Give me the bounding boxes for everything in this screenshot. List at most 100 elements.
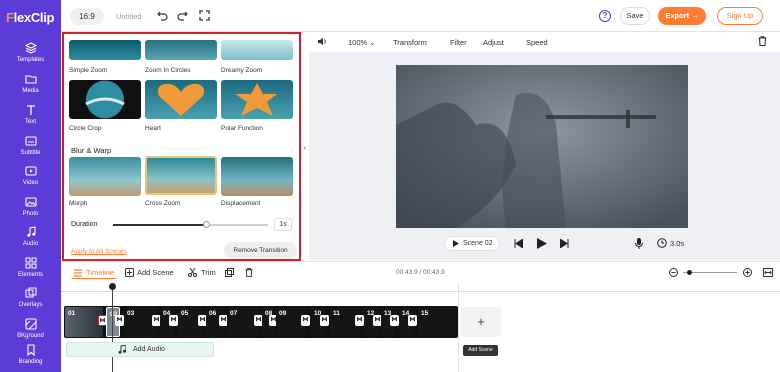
polar-function-preview <box>235 83 277 116</box>
help-icon[interactable]: ? <box>599 10 611 22</box>
aspect-ratio-button[interactable]: 16:9 <box>70 8 104 25</box>
sidebar-item-label: Subtitle <box>20 150 41 156</box>
transition-marker[interactable]: ⋈ <box>390 315 399 326</box>
sidebar-item-elements[interactable]: Elements <box>0 257 61 283</box>
sidebar-item-audio[interactable]: Audio <box>0 226 61 252</box>
playhead-handle[interactable] <box>109 283 116 290</box>
project-title[interactable]: Untitled <box>116 12 141 21</box>
sidebar-item-label: Branding <box>18 359 43 365</box>
transition-thumb-zoom-in-circles[interactable] <box>145 40 217 60</box>
transition-marker[interactable]: ⋈ <box>408 315 417 326</box>
redo-icon[interactable] <box>177 11 188 21</box>
sidebar-item-label: Overlays <box>18 302 43 308</box>
duration-slider-handle[interactable] <box>203 221 210 228</box>
transition-thumb-morph[interactable] <box>69 157 141 196</box>
sidebar-item-label: BKground <box>17 333 44 339</box>
music-note-icon <box>118 345 126 354</box>
play-icon[interactable] <box>537 238 547 249</box>
chevron-down-icon: ⌄ <box>369 38 376 47</box>
timeline-ruler[interactable] <box>61 284 780 292</box>
add-scene-tooltip: Add Scene <box>463 345 498 356</box>
sidebar-item-bkground[interactable]: BKground <box>0 318 61 344</box>
transition-marker[interactable]: ⋈ <box>355 315 364 326</box>
sidebar-item-label: Video <box>22 180 39 186</box>
apply-to-all-scenes-link[interactable]: Apply to All Scenes <box>71 248 127 255</box>
sidebar-item-video[interactable]: Video <box>0 165 61 191</box>
transition-thumb-heart[interactable] <box>145 80 217 119</box>
fit-timeline-icon[interactable] <box>763 268 773 277</box>
photo-icon <box>24 197 37 207</box>
transition-thumb-dreamy-zoom[interactable] <box>221 40 293 60</box>
sidebar-item-subtitle[interactable]: Subtitle <box>0 135 61 161</box>
next-icon[interactable] <box>560 239 569 248</box>
add-scene-tile[interactable]: + <box>461 307 501 337</box>
zoom-out-icon[interactable] <box>669 268 678 277</box>
undo-icon[interactable] <box>157 11 168 21</box>
zoom-level-select[interactable]: 100% ⌄ <box>348 38 376 47</box>
scene-number: 15 <box>421 310 429 317</box>
transition-label: Displacement <box>221 200 261 207</box>
flexclip-logo[interactable]: FlexClip <box>6 10 54 25</box>
remove-transition-button[interactable]: Remove Transition <box>224 242 297 259</box>
transition-thumb-cross-zoom[interactable] <box>145 156 217 195</box>
sidebar-item-photo[interactable]: Photo <box>0 196 61 222</box>
delete-scene-icon[interactable] <box>245 268 253 277</box>
transition-marker[interactable]: ⋈ <box>320 315 329 326</box>
speed-button[interactable]: Speed <box>526 38 548 47</box>
scene-number: 11 <box>333 310 340 317</box>
filter-button[interactable]: Filter <box>450 38 467 47</box>
scene-number: 07 <box>230 310 238 317</box>
text-icon <box>26 105 35 115</box>
add-audio-track[interactable]: Add Audio <box>66 342 214 357</box>
templates-icon <box>24 42 37 54</box>
logo-mark: F <box>6 10 14 25</box>
sidebar-item-text[interactable]: Text <box>0 104 61 130</box>
duplicate-icon[interactable] <box>225 268 234 277</box>
zoom-level-value: 100% <box>348 38 368 47</box>
add-scene-button[interactable]: Add Scene <box>137 268 174 277</box>
sidebar-item-media[interactable]: Media <box>0 73 61 99</box>
sign-up-button[interactable]: Sign Up <box>717 7 763 25</box>
duration-label: Duration <box>71 221 98 228</box>
previous-icon[interactable] <box>514 239 523 248</box>
microphone-icon[interactable] <box>635 238 643 249</box>
fullscreen-icon[interactable] <box>199 10 210 21</box>
duration-value[interactable]: 1s <box>274 218 292 231</box>
scene-clip[interactable]: 15 <box>418 307 456 337</box>
sidebar-item-branding[interactable]: Branding <box>0 344 61 370</box>
trim-button[interactable]: Trim <box>201 268 216 277</box>
sidebar-item-templates[interactable]: Templates <box>0 42 61 68</box>
scene-number: 05 <box>181 310 189 317</box>
transition-thumb-displacement[interactable] <box>221 157 293 196</box>
transform-button[interactable]: Transform <box>393 38 427 47</box>
transition-marker[interactable]: ⋈ <box>169 315 178 326</box>
adjust-button[interactable]: Adjust <box>483 38 504 47</box>
transition-label: Dreamy Zoom <box>221 67 263 74</box>
transition-marker[interactable]: ⋈ <box>301 315 310 326</box>
sidebar-item-label: Text <box>24 119 36 125</box>
elements-icon <box>25 257 36 269</box>
export-button[interactable]: Export → <box>658 7 706 25</box>
transition-thumb-simple-zoom[interactable] <box>69 40 141 60</box>
sidebar-item-label: Templates <box>16 57 45 63</box>
delete-icon[interactable] <box>758 36 767 46</box>
timeline-end-marker <box>458 284 459 372</box>
sidebar-item-label: Photo <box>22 211 39 217</box>
save-button[interactable]: Save <box>620 7 650 25</box>
circle-crop-preview <box>85 80 125 119</box>
video-preview[interactable] <box>396 65 688 228</box>
scene-duration[interactable]: 3.0s <box>670 239 684 248</box>
scene-label: Scene 02 <box>463 240 493 247</box>
sidebar-item-overlays[interactable]: Overlays <box>0 287 61 313</box>
transition-label: Circle Crop <box>69 125 102 132</box>
timeline-zoom-handle[interactable] <box>687 270 692 275</box>
transition-marker[interactable]: ⋈ <box>115 315 124 326</box>
transition-thumb-circle-crop[interactable] <box>69 80 141 119</box>
volume-icon[interactable] <box>317 37 327 46</box>
timeline-time: 00:43.9 / 00:43.9 <box>396 269 445 276</box>
collapse-panel-handle[interactable]: ‹ <box>301 128 309 168</box>
transition-thumb-polar-function[interactable] <box>221 80 293 119</box>
logo-text: lexClip <box>13 10 55 25</box>
playhead[interactable] <box>112 284 113 372</box>
zoom-in-icon[interactable] <box>743 268 752 277</box>
